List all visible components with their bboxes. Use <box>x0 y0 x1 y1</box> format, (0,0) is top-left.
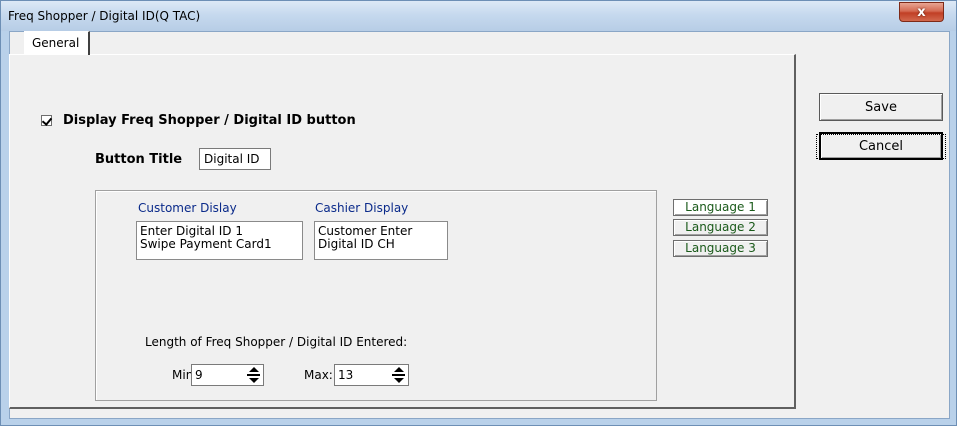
language-3-button[interactable]: Language 3 <box>673 240 768 257</box>
tab-general[interactable]: General <box>24 31 90 55</box>
display-button-checkbox-label: Display Freq Shopper / Digital ID button <box>63 113 356 128</box>
max-value: 13 <box>338 368 354 382</box>
customer-display-textbox[interactable]: Enter Digital ID 1 Swipe Payment Card1 <box>136 221 303 260</box>
max-spinner[interactable]: 13 <box>334 364 409 386</box>
max-label: Max: <box>304 368 333 382</box>
save-button-label: Save <box>865 99 897 115</box>
close-icon: x <box>917 4 926 20</box>
button-title-input[interactable] <box>199 148 271 170</box>
max-spin-arrows-icon[interactable] <box>391 367 406 383</box>
min-spin-arrows-icon[interactable] <box>246 367 261 383</box>
cashier-display-header: Cashier Display <box>315 201 409 215</box>
cancel-button-label: Cancel <box>815 133 947 159</box>
display-button-checkbox-row[interactable]: Display Freq Shopper / Digital ID button <box>41 113 356 128</box>
cancel-button[interactable]: Cancel <box>815 132 947 160</box>
customer-display-header: Customer Dislay <box>138 201 237 215</box>
min-value: 9 <box>195 368 203 382</box>
cashier-display-textbox[interactable]: Customer Enter Digital ID CH <box>314 221 448 260</box>
length-label: Length of Freq Shopper / Digital ID Ente… <box>145 335 408 349</box>
display-button-checkbox[interactable] <box>41 115 52 126</box>
title-bar[interactable]: Freq Shopper / Digital ID(Q TAC) x <box>1 1 956 31</box>
save-button[interactable]: Save <box>819 93 943 121</box>
close-button[interactable]: x <box>899 2 944 22</box>
language-2-button[interactable]: Language 2 <box>673 219 768 236</box>
language-1-button[interactable]: Language 1 <box>673 199 768 216</box>
min-spinner[interactable]: 9 <box>191 364 264 386</box>
button-title-label: Button Title <box>95 152 183 167</box>
window-title: Freq Shopper / Digital ID(Q TAC) <box>8 9 201 23</box>
